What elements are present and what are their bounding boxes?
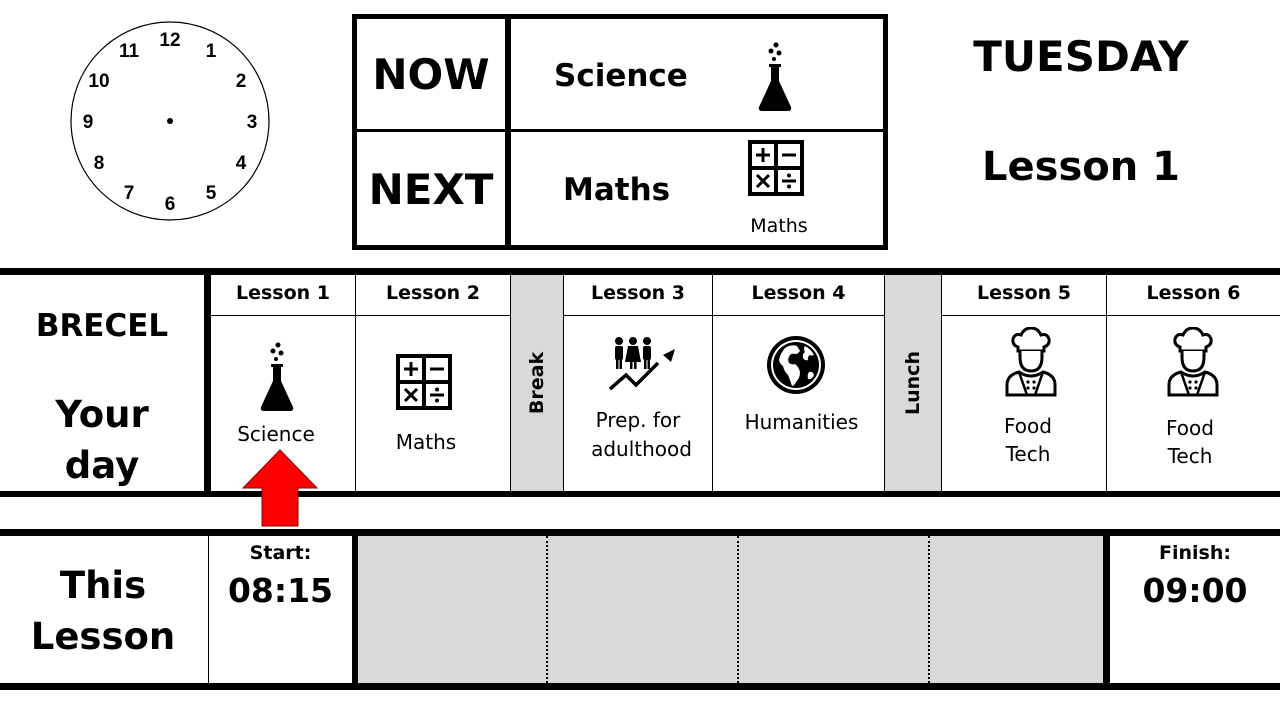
lunch-label: Lunch (902, 351, 924, 415)
lesson-subject: Science (237, 422, 315, 446)
lesson-header: Lesson 1 (235, 282, 331, 304)
clock-numeral: 9 (83, 112, 94, 133)
lesson-subject-line2: Tech (1005, 442, 1051, 466)
clock-numeral: 2 (236, 71, 247, 92)
clock-numeral: 5 (206, 183, 217, 204)
chef-icon (1167, 327, 1219, 397)
lesson-subject-line1: Food (1004, 414, 1052, 438)
now-label: NOW (372, 50, 490, 99)
lesson-subject: Maths (395, 430, 457, 454)
clock-numeral: 11 (119, 41, 140, 62)
next-icon-caption: Maths (750, 215, 808, 237)
flask-icon (758, 42, 792, 111)
weekday: TUESDAY (973, 32, 1189, 81)
break-label: Break (526, 351, 548, 415)
clock-numeral: 6 (165, 194, 176, 215)
people-growth-icon (608, 337, 675, 391)
clock-numeral: 1 (206, 41, 217, 62)
lesson-header: Lesson 2 (385, 282, 481, 304)
lesson-header: Lesson 4 (751, 282, 846, 304)
your-day-line1: Your (55, 393, 149, 436)
start-time: 08:15 (227, 571, 334, 610)
finish-label: Finish: (1159, 542, 1231, 564)
student-name: BRECEL (35, 308, 169, 344)
clock-numeral: 12 (159, 30, 180, 51)
maths-operators-icon (396, 354, 452, 410)
analog-clock: 121234567891011 (70, 21, 270, 221)
clock-numeral: 4 (236, 153, 247, 174)
next-label: NEXT (368, 165, 494, 214)
now-subject: Science (554, 58, 688, 94)
clock-numeral: 10 (88, 71, 109, 92)
clock-numeral: 7 (124, 183, 135, 204)
up-arrow-icon (241, 449, 319, 527)
clock-numeral: 3 (247, 112, 258, 133)
lesson-header: Lesson 6 (1146, 282, 1241, 304)
this-lesson-line2: Lesson (30, 615, 176, 658)
lesson-header: Lesson 3 (590, 282, 686, 304)
chef-icon (1005, 327, 1057, 397)
lesson-progress-track (356, 536, 1106, 683)
maths-operators-icon (748, 140, 804, 196)
start-label: Start: (249, 542, 312, 564)
current-lesson: Lesson 1 (982, 144, 1180, 190)
lesson-subject-line1: Prep. for (595, 408, 681, 432)
lesson-subject-line2: Tech (1167, 444, 1213, 468)
this-lesson-line1: This (59, 564, 147, 607)
lesson-subject-line1: Food (1166, 416, 1214, 440)
flask-icon (260, 342, 294, 411)
lesson-subject: Humanities (744, 410, 859, 434)
finish-time: 09:00 (1142, 571, 1248, 610)
lesson-subject-line2: adulthood (591, 437, 692, 461)
globe-icon (767, 336, 825, 394)
lesson-header: Lesson 5 (976, 282, 1072, 304)
your-day-line2: day (64, 444, 140, 487)
next-subject: Maths (563, 172, 671, 208)
clock-numeral: 8 (94, 153, 105, 174)
